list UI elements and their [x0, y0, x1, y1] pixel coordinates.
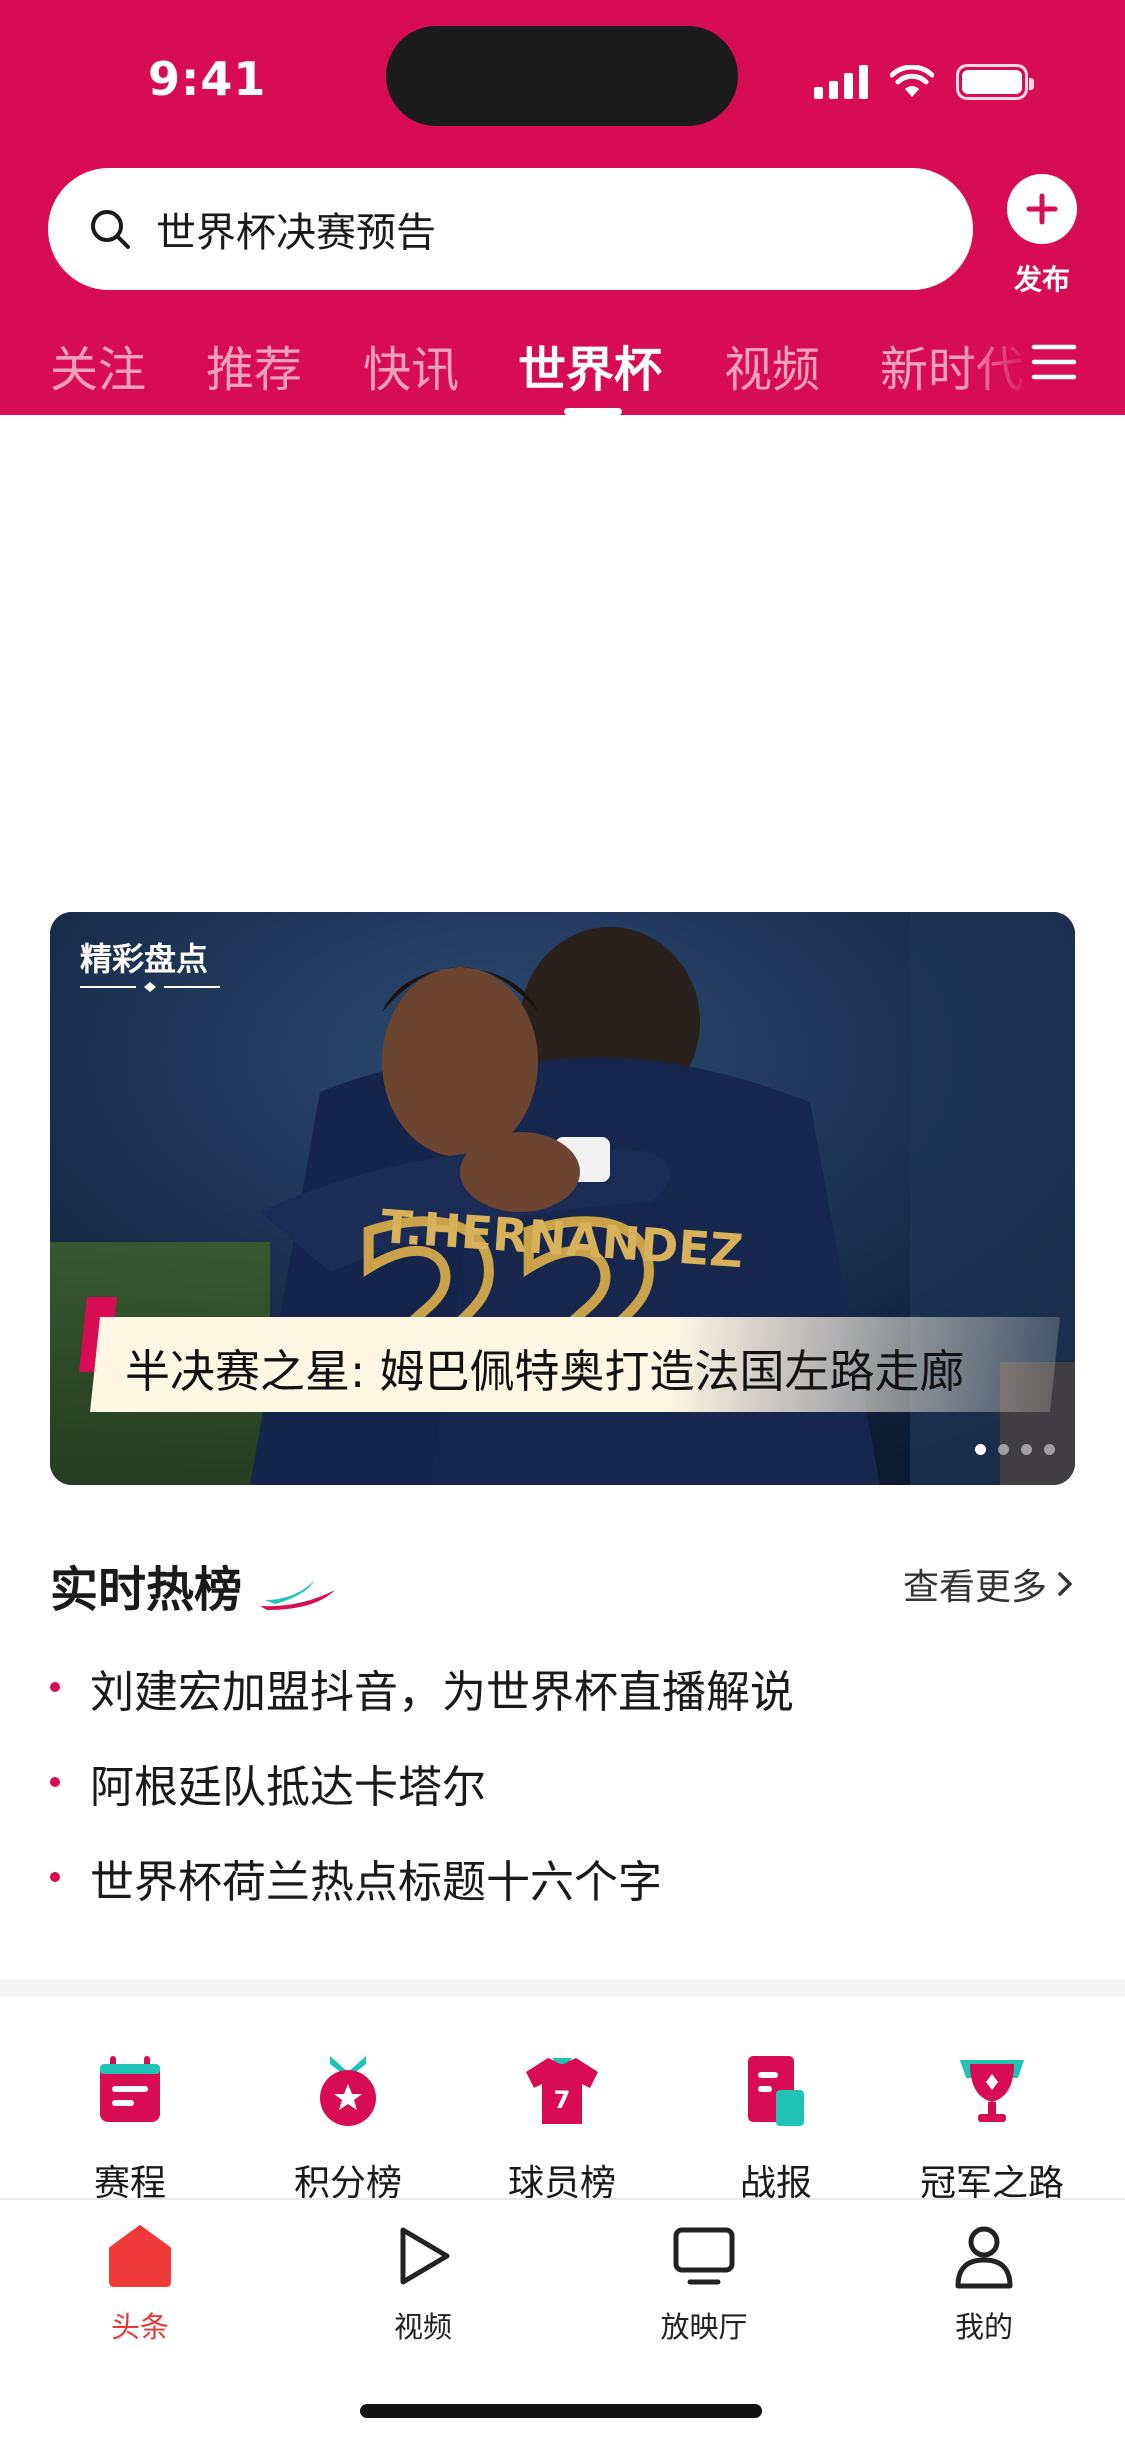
- battery-icon: [956, 64, 1034, 100]
- quick-item-schedule[interactable]: 赛程: [40, 2050, 220, 2206]
- nav-item-me[interactable]: 我的: [894, 2222, 1074, 2346]
- tab-flash-news[interactable]: 快讯: [363, 330, 459, 400]
- search-icon: [91, 210, 130, 249]
- hot-item-text: 刘建宏加盟抖音，为世界杯直播解说: [90, 1667, 794, 1718]
- feature-banner[interactable]: 22 T.HERNANDEZ 精彩盘点 半决赛之星: 姆巴佩特奥打造法国左路走廊: [50, 912, 1075, 1485]
- swoosh-icon: [260, 1580, 335, 1610]
- nav-label: 我的: [954, 2310, 1013, 2344]
- active-tab-indicator: [564, 408, 622, 415]
- chevron-right-icon: [1058, 1572, 1072, 1596]
- banner-title: 半决赛之星: 姆巴佩特奥打造法国左路走廊: [125, 1345, 965, 1398]
- jersey-icon: 7: [526, 2058, 598, 2124]
- dynamic-island: [386, 26, 738, 126]
- list-item[interactable]: 刘建宏加盟抖音，为世界杯直播解说: [50, 1656, 1075, 1751]
- top-header: 9:41 世界杯决赛预告 发布 关注 推荐 快讯 世界杯 视频 新时代: [0, 0, 1125, 415]
- quick-item-champion-road[interactable]: 冠军之路: [902, 2050, 1082, 2206]
- search-input[interactable]: 世界杯决赛预告: [156, 200, 436, 258]
- calendar-icon: [100, 2056, 160, 2122]
- plus-icon: [1007, 174, 1077, 244]
- banner-tag-ornament: [80, 982, 220, 992]
- cellular-signal-icon: [814, 65, 868, 99]
- quick-tools: 赛程 积分榜 7 球员榜 战报 冠军之路: [0, 2050, 1125, 2204]
- list-item[interactable]: 阿根廷队抵达卡塔尔: [50, 1751, 1075, 1846]
- tv-icon: [673, 2227, 735, 2285]
- medal-icon: [320, 2056, 376, 2126]
- quick-item-standings[interactable]: 积分榜: [258, 2050, 438, 2206]
- nav-label: 头条: [110, 2310, 169, 2344]
- menu-icon[interactable]: [1030, 342, 1078, 382]
- search-bar[interactable]: 世界杯决赛预告: [48, 168, 973, 290]
- nav-label: 放映厅: [660, 2310, 748, 2344]
- carousel-dots: [975, 1444, 1055, 1455]
- home-icon: [109, 2225, 171, 2287]
- list-item[interactable]: 世界杯荷兰热点标题十六个字: [50, 1846, 1075, 1941]
- quick-item-reports[interactable]: 战报: [686, 2050, 866, 2206]
- nav-item-theater[interactable]: 放映厅: [614, 2222, 794, 2346]
- bullet-dot: [50, 1682, 60, 1692]
- hot-item-text: 阿根廷队抵达卡塔尔: [90, 1762, 486, 1813]
- tab-follow[interactable]: 关注: [50, 330, 146, 400]
- nav-item-video[interactable]: 视频: [333, 2222, 513, 2346]
- svg-text:7: 7: [554, 2086, 571, 2114]
- hot-list-header: 实时热榜 查看更多: [50, 1546, 1075, 1618]
- carousel-dot[interactable]: [975, 1444, 986, 1455]
- banner-title-box: 半决赛之星: 姆巴佩特奥打造法国左路走廊: [79, 1297, 1075, 1412]
- carousel-dot[interactable]: [1021, 1444, 1032, 1455]
- carousel-dot[interactable]: [998, 1444, 1009, 1455]
- bullet-dot: [50, 1872, 60, 1882]
- tab-recommend[interactable]: 推荐: [206, 330, 302, 400]
- publish-button[interactable]: 发布: [1006, 174, 1078, 298]
- tab-video[interactable]: 视频: [724, 330, 820, 400]
- profile-icon: [955, 2226, 1013, 2289]
- publish-label: 发布: [1013, 263, 1070, 296]
- carousel-dot[interactable]: [1044, 1444, 1055, 1455]
- play-icon: [400, 2227, 450, 2285]
- channel-tabs: 关注 推荐 快讯 世界杯 视频 新时代: [0, 330, 1125, 415]
- nav-label: 视频: [393, 2310, 452, 2344]
- trophy-icon: [960, 2060, 1024, 2122]
- status-time: 9:41: [148, 52, 267, 106]
- view-more-link[interactable]: 查看更多: [903, 1558, 1075, 1610]
- bullet-dot: [50, 1777, 60, 1787]
- section-divider: [0, 1979, 1125, 1997]
- view-more-label: 查看更多: [902, 1567, 1047, 1608]
- quick-item-players[interactable]: 7 球员榜: [472, 2050, 652, 2206]
- banner-tag: 精彩盘点: [80, 940, 209, 978]
- hot-list: 刘建宏加盟抖音，为世界杯直播解说 阿根廷队抵达卡塔尔 世界杯荷兰热点标题十六个字: [50, 1656, 1075, 1941]
- hot-list-title: 实时热榜: [50, 1562, 243, 1618]
- report-icon: [748, 2056, 804, 2126]
- wifi-icon: [890, 65, 934, 97]
- status-icons: [814, 64, 1034, 100]
- home-indicator: [360, 2404, 762, 2418]
- hot-item-text: 世界杯荷兰热点标题十六个字: [90, 1857, 662, 1908]
- nav-item-headlines[interactable]: 头条: [50, 2222, 230, 2346]
- tab-world-cup[interactable]: 世界杯: [518, 330, 662, 400]
